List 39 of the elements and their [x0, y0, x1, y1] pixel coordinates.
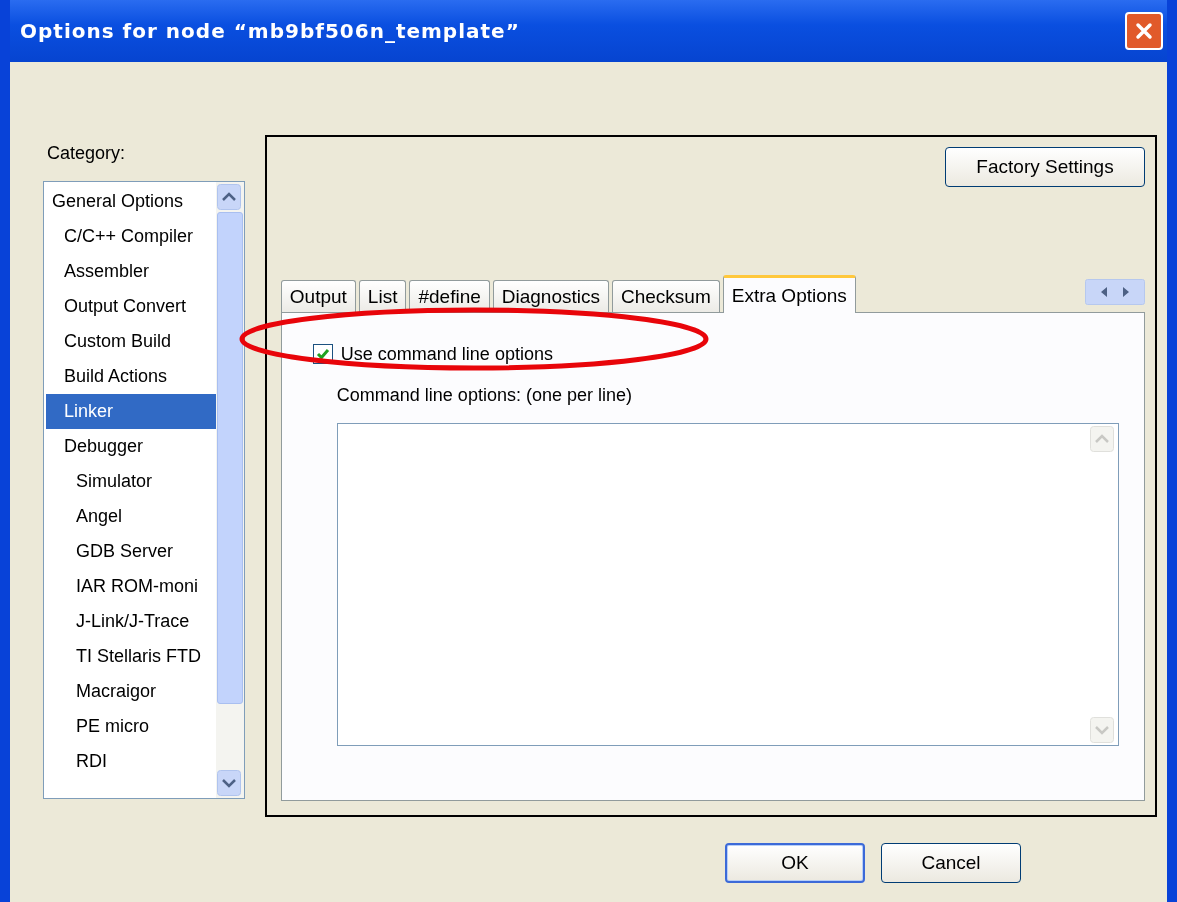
scroll-down-button[interactable]: [216, 770, 241, 796]
close-button[interactable]: [1125, 12, 1163, 50]
category-item[interactable]: Assembler: [46, 254, 216, 289]
tab[interactable]: Extra Options: [722, 275, 856, 313]
scrollbar[interactable]: [215, 182, 244, 798]
checkbox-label[interactable]: Use command line options: [340, 343, 553, 365]
category-item[interactable]: C/C++ Compiler: [46, 219, 216, 254]
category-item[interactable]: J-Link/J-Trace: [46, 604, 216, 639]
tab[interactable]: List: [358, 280, 407, 312]
category-item[interactable]: General Options: [46, 184, 216, 219]
close-icon: [1133, 20, 1155, 42]
tab[interactable]: Checksum: [612, 280, 720, 312]
category-item[interactable]: TI Stellaris FTD: [46, 639, 216, 674]
category-item[interactable]: GDB Server: [46, 534, 216, 569]
category-item[interactable]: Debugger: [46, 429, 216, 464]
window-title: Options for node “mb9bf506n_template”: [20, 19, 520, 43]
tab[interactable]: Diagnostics: [492, 280, 609, 312]
category-label: Category:: [47, 143, 127, 165]
category-item[interactable]: Angel: [46, 499, 216, 534]
category-item[interactable]: Build Actions: [46, 359, 216, 394]
scroll-up-button: [1090, 426, 1114, 452]
category-item[interactable]: Macraigor: [46, 674, 216, 709]
scroll-thumb[interactable]: [216, 212, 243, 704]
category-item[interactable]: IAR ROM-moni: [46, 569, 216, 604]
category-item[interactable]: Linker: [46, 394, 216, 429]
factory-settings-button[interactable]: Factory Settings: [945, 147, 1145, 187]
tab-scroll-arrows-icon[interactable]: [1085, 279, 1145, 305]
scroll-up-button[interactable]: [216, 184, 241, 210]
category-item[interactable]: RDI: [46, 744, 216, 779]
category-item[interactable]: PE micro: [46, 709, 216, 744]
category-item[interactable]: Output Convert: [46, 289, 216, 324]
category-item[interactable]: Custom Build: [46, 324, 216, 359]
command-line-field[interactable]: [336, 423, 1119, 746]
tab[interactable]: Output: [280, 280, 356, 312]
category-item[interactable]: Simulator: [46, 464, 216, 499]
dialog-button[interactable]: Cancel: [881, 843, 1021, 883]
scroll-down-button: [1090, 717, 1114, 743]
dialog-button[interactable]: OK: [725, 843, 865, 883]
command-line-label: Command line options: (one per line): [336, 385, 633, 407]
